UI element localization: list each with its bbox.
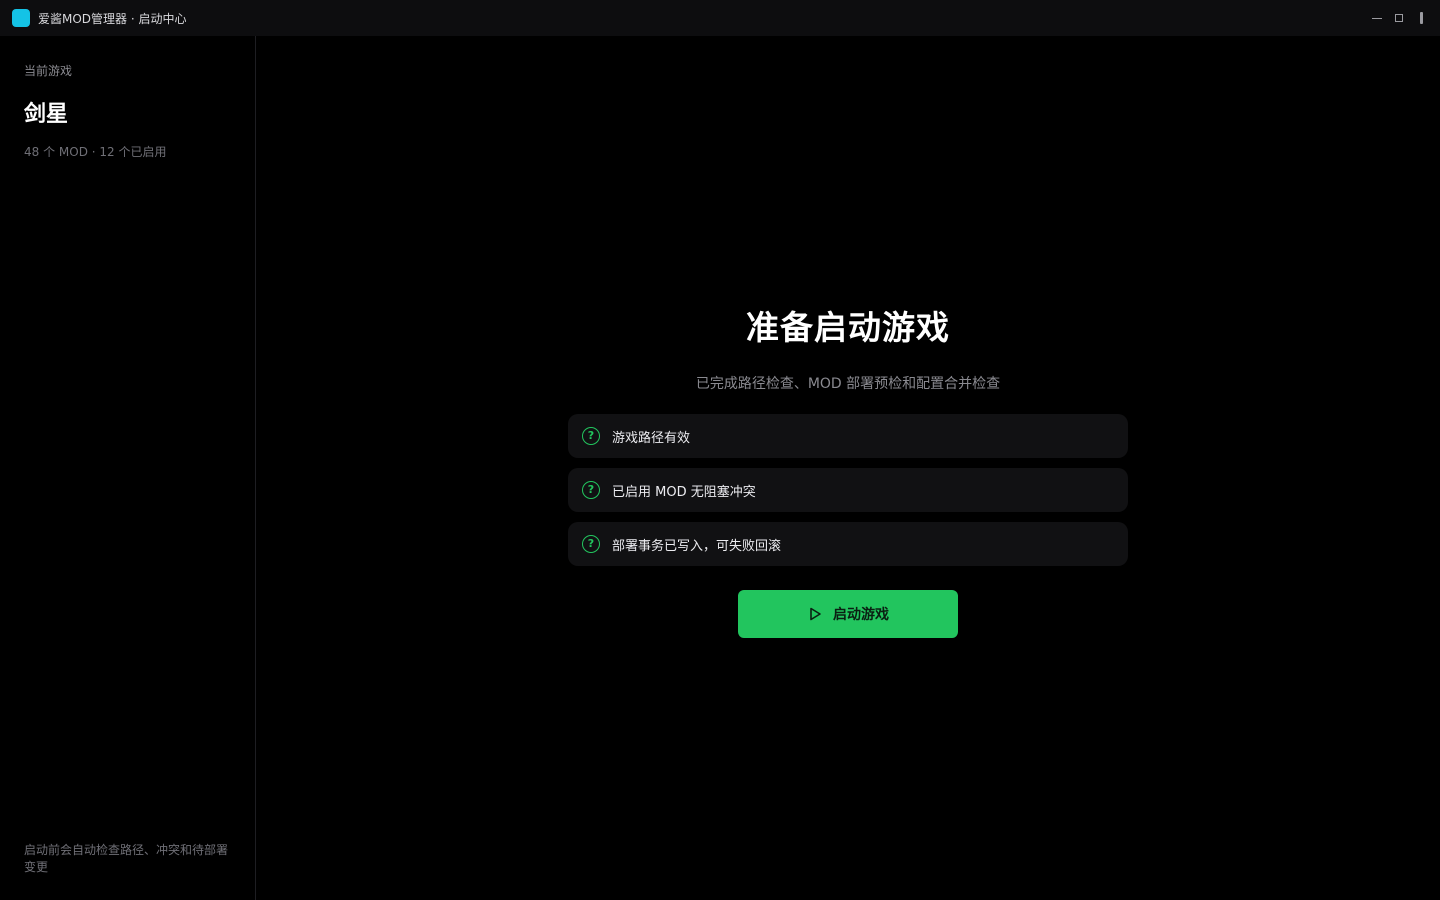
check-item-deploy-transaction: ? 部署事务已写入，可失败回滚	[568, 522, 1128, 566]
page-subtitle: 已完成路径检查、MOD 部署预检和配置合并检查	[695, 376, 1001, 392]
check-item-text: 游戏路径有效	[612, 430, 691, 446]
close-icon	[1419, 12, 1423, 24]
sidebar-footer-note: 启动前会自动检查路径、冲突和待部署变更	[24, 843, 229, 874]
mod-stats: 48 个 MOD · 12 个已启用	[24, 145, 167, 159]
current-game-name: 剑星	[24, 102, 69, 127]
launch-game-label: 启动游戏	[833, 606, 889, 622]
app-title: 爱酱MOD管理器 · 启动中心	[38, 12, 187, 26]
sidebar: 当前游戏 剑星 48 个 MOD · 12 个已启用 启动前会自动检查路径、冲突…	[0, 36, 256, 900]
maximize-icon	[1395, 14, 1403, 22]
current-game-label: 当前游戏	[24, 64, 73, 78]
close-button[interactable]	[1414, 11, 1428, 25]
minimize-button[interactable]	[1370, 11, 1384, 25]
check-item-game-path: ? 游戏路径有效	[568, 414, 1128, 458]
check-item-text: 部署事务已写入，可失败回滚	[612, 538, 782, 554]
maximize-button[interactable]	[1392, 11, 1406, 25]
titlebar: 爱酱MOD管理器 · 启动中心	[0, 0, 1440, 36]
launch-game-button[interactable]: 启动游戏	[738, 590, 958, 638]
minimize-icon	[1372, 17, 1382, 19]
preflight-check-list: ? 游戏路径有效 ? 已启用 MOD 无阻塞冲突 ? 部署事务已写入，可失败回滚	[568, 414, 1128, 576]
question-circle-icon: ?	[582, 535, 600, 553]
page-title: 准备启动游戏	[746, 308, 950, 347]
launch-center: 准备启动游戏 已完成路径检查、MOD 部署预检和配置合并检查 ? 游戏路径有效 …	[256, 36, 1440, 900]
play-icon	[810, 607, 821, 621]
question-circle-icon: ?	[582, 481, 600, 499]
question-circle-icon: ?	[582, 427, 600, 445]
window-controls	[1370, 10, 1428, 26]
check-item-text: 已启用 MOD 无阻塞冲突	[612, 484, 756, 500]
app-icon	[12, 9, 30, 27]
check-item-mod-conflicts: ? 已启用 MOD 无阻塞冲突	[568, 468, 1128, 512]
